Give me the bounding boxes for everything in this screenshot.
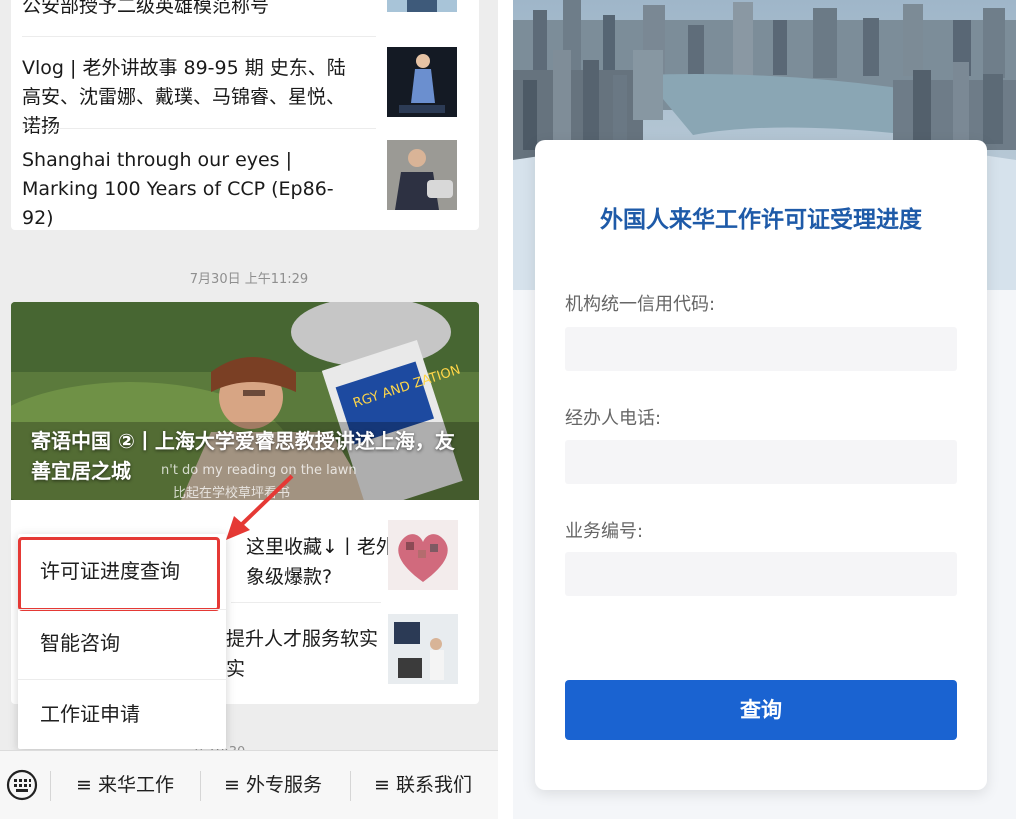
field-label: 业务编号: — [565, 521, 644, 542]
timestamp: 7月30日 上午11:29 — [189, 272, 309, 287]
list-item[interactable]: 公安部授予二级英雄模范称号 — [22, 0, 457, 26]
menu-contact-us[interactable]: ≡ 联系我们 — [374, 751, 472, 819]
article-title: 公安部授予二级英雄模范称号 — [22, 0, 270, 17]
article-thumbnail — [387, 140, 457, 210]
article-title-fragment: 提升人才服务软实 — [226, 628, 379, 650]
menu-popup: 许可证进度查询 智能咨询 工作证申请 — [18, 534, 226, 749]
article-thumbnail — [387, 0, 457, 12]
article-thumbnail — [387, 47, 457, 117]
query-button[interactable]: 查询 — [565, 680, 957, 740]
article-thumbnail — [388, 520, 458, 590]
bottom-menu-bar: ≡ 来华工作 ≡ 外专服务 ≡ 联系我们 — [0, 750, 498, 819]
menu-work-in-china[interactable]: ≡ 来华工作 — [76, 751, 174, 819]
article-title: Shanghai through our eyes | Marking 100 … — [22, 149, 334, 229]
list-item[interactable]: Shanghai through our eyes | Marking 100 … — [22, 138, 457, 229]
highlight-box — [18, 537, 220, 611]
article-title-fragment: 实 — [226, 658, 246, 680]
phone-input[interactable] — [565, 440, 957, 484]
article-thumbnail — [388, 614, 458, 684]
field-label: 机构统一信用代码: — [565, 294, 716, 315]
chat-panel: 公安部授予二级英雄模范称号 Vlog | 老外讲故事 89-95 期 史东、陆高… — [0, 0, 498, 819]
menu-expert-services[interactable]: ≡ 外专服务 — [224, 751, 322, 819]
business-number-input[interactable] — [565, 552, 957, 596]
credit-code-input[interactable] — [565, 327, 957, 371]
keyboard-icon[interactable] — [6, 769, 38, 801]
article-title-fragment: 象级爆款? — [246, 566, 333, 588]
menu-item-smart-consult[interactable]: 智能咨询 — [18, 608, 226, 679]
query-form: 外国人来华工作许可证受理进度 机构统一信用代码: 经办人电话: 业务编号: 查询 — [535, 140, 987, 790]
menu-item-work-permit-apply[interactable]: 工作证申请 — [18, 679, 226, 750]
list-item[interactable]: Vlog | 老外讲故事 89-95 期 史东、陆高安、沈雷娜、戴璞、马锦睿、星… — [22, 46, 457, 137]
arrow-annotation-icon — [226, 474, 294, 540]
field-label: 经办人电话: — [565, 408, 662, 429]
page-title: 外国人来华工作许可证受理进度 — [600, 207, 922, 233]
